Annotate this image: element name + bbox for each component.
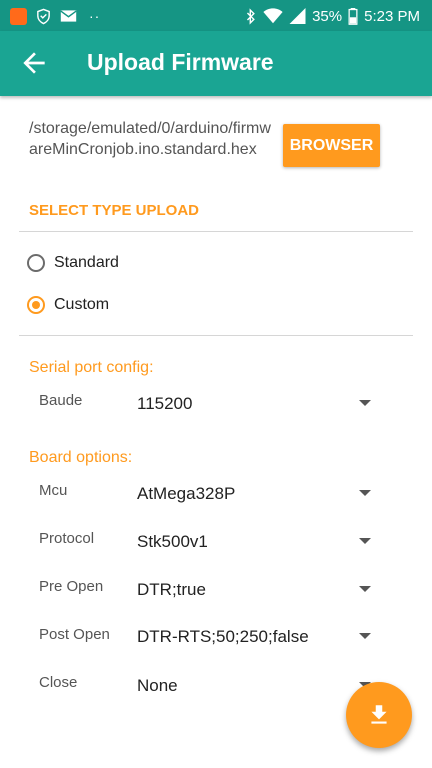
back-button[interactable] [18, 47, 50, 79]
shield-icon [37, 8, 50, 24]
pre-open-label: Pre Open [39, 578, 104, 595]
dropdown-arrow-icon[interactable] [359, 400, 371, 406]
mcu-select[interactable]: AtMega328P [137, 484, 235, 504]
dropdown-arrow-icon[interactable] [359, 633, 371, 639]
status-bar-right: 35% 5:23 PM [245, 6, 420, 26]
page-title: Upload Firmware [87, 49, 274, 75]
notification-dots: ·· [89, 8, 101, 24]
wifi-icon [263, 8, 283, 24]
signal-icon [289, 8, 306, 24]
divider [19, 335, 413, 336]
battery-icon [348, 7, 358, 25]
close-label: Close [39, 674, 78, 691]
radio-label: Custom [54, 296, 110, 313]
select-type-title: SELECT TYPE UPLOAD [29, 202, 200, 219]
divider [19, 231, 413, 232]
post-open-label: Post Open [39, 626, 110, 643]
status-bar: ·· 35% 5:23 PM [0, 0, 432, 31]
pre-open-select[interactable]: DTR;true [137, 580, 206, 600]
post-open-select[interactable]: DTR-RTS;50;250;false [137, 627, 309, 647]
radio-standard[interactable]: Standard [27, 250, 119, 276]
mcu-label: Mcu [39, 482, 68, 499]
radio-unchecked-icon [27, 254, 45, 272]
battery-percent: 35% [312, 7, 343, 25]
file-path: /storage/emulated/0/arduino/firmwareMinC… [29, 120, 271, 158]
dropdown-arrow-icon[interactable] [359, 586, 371, 592]
bluetooth-icon [247, 7, 255, 25]
arrow-left-icon [23, 52, 45, 74]
status-bar-left: ·· [10, 7, 100, 25]
clock: 5:23 PM [364, 7, 420, 25]
upload-fab-button[interactable] [346, 682, 412, 748]
baude-select[interactable]: 115200 [137, 394, 192, 414]
browser-button[interactable]: BROWSER [283, 124, 380, 167]
radio-custom[interactable]: Custom [27, 292, 109, 318]
radio-label: Standard [54, 254, 119, 271]
download-icon [371, 705, 387, 724]
baude-label: Baude [39, 392, 83, 409]
app-bar: Upload Firmware [0, 31, 432, 96]
board-options-title: Board options: [29, 449, 133, 466]
protocol-label: Protocol [39, 530, 95, 547]
dropdown-arrow-icon[interactable] [359, 538, 371, 544]
mail-icon [60, 10, 77, 22]
app-notification-icon [10, 7, 27, 25]
dropdown-arrow-icon[interactable] [359, 490, 371, 496]
radio-checked-icon [27, 296, 45, 314]
serial-port-title: Serial port config: [29, 359, 154, 376]
close-select[interactable]: None [137, 676, 178, 696]
protocol-select[interactable]: Stk500v1 [137, 532, 208, 552]
